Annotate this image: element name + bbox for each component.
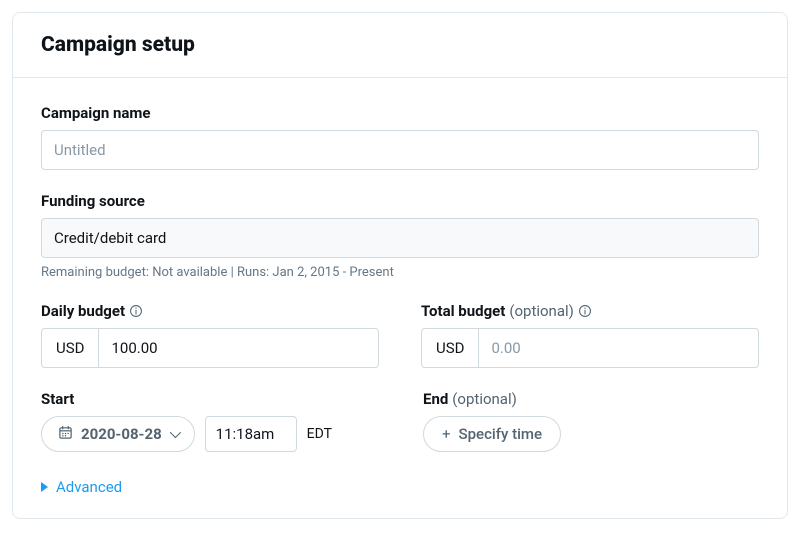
budget-row: Daily budget USD Total bud [41, 302, 759, 368]
total-budget-label: Total budget (optional) [421, 302, 759, 320]
start-time-input[interactable] [205, 416, 297, 452]
plus-icon: + [442, 425, 451, 443]
daily-budget-input[interactable] [98, 328, 379, 368]
info-icon[interactable] [129, 304, 143, 318]
triangle-right-icon [41, 482, 48, 492]
total-budget-input-group: USD [421, 328, 759, 368]
calendar-icon [58, 425, 73, 444]
daily-budget-input-group: USD [41, 328, 379, 368]
daily-budget-field: Daily budget USD [41, 302, 379, 368]
advanced-label: Advanced [56, 478, 122, 496]
start-label: Start [41, 390, 381, 408]
advanced-toggle[interactable]: Advanced [41, 478, 759, 496]
total-budget-field: Total budget (optional) USD [421, 302, 759, 368]
start-field: Start [41, 390, 381, 452]
funding-source-label: Funding source [41, 192, 759, 210]
funding-source-select[interactable]: Credit/debit card [41, 218, 759, 258]
chevron-down-icon [169, 427, 180, 438]
card-body: Campaign name Funding source Credit/debi… [13, 78, 787, 518]
campaign-name-input[interactable] [41, 130, 759, 170]
card-header: Campaign setup [13, 13, 787, 78]
end-field: End (optional) + Specify time [423, 390, 759, 452]
start-controls: 2020-08-28 EDT [41, 416, 381, 452]
funding-source-value: Credit/debit card [54, 229, 166, 247]
campaign-setup-card: Campaign setup Campaign name Funding sou… [12, 12, 788, 519]
specify-time-label: Specify time [459, 425, 543, 443]
end-label: End (optional) [423, 390, 759, 408]
funding-source-helper: Remaining budget: Not available | Runs: … [41, 265, 759, 280]
campaign-name-field: Campaign name [41, 104, 759, 170]
start-date-button[interactable]: 2020-08-28 [41, 416, 195, 452]
total-budget-input[interactable] [478, 328, 759, 368]
campaign-name-label: Campaign name [41, 104, 759, 122]
info-icon[interactable] [578, 304, 592, 318]
start-date-value: 2020-08-28 [81, 425, 162, 443]
specify-time-button[interactable]: + Specify time [423, 416, 561, 452]
daily-budget-label: Daily budget [41, 302, 379, 320]
funding-source-field: Funding source Credit/debit card Remaini… [41, 192, 759, 280]
total-budget-currency: USD [421, 328, 478, 368]
schedule-row: Start [41, 390, 759, 452]
start-timezone: EDT [307, 426, 332, 442]
page-title: Campaign setup [41, 33, 759, 57]
daily-budget-currency: USD [41, 328, 98, 368]
